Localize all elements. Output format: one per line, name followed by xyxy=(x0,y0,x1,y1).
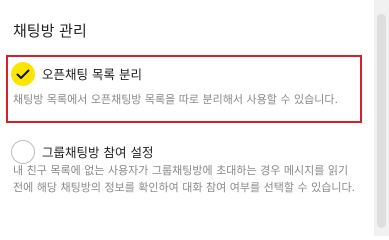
open-chat-separate-description: 채팅방 목록에서 오픈채팅방 목록을 따로 분리해서 사용할 수 있습니다. xyxy=(13,93,338,106)
group-chat-join-label[interactable]: 그룹채팅방 참여 설정 xyxy=(42,142,153,161)
settings-panel: 채팅방 관리 오픈채팅 목록 분리 채팅방 목록에서 오픈채팅방 목록을 따로 … xyxy=(0,0,374,236)
vertical-scrollbar[interactable] xyxy=(374,0,389,236)
check-icon xyxy=(16,69,30,79)
group-chat-join-checkbox[interactable] xyxy=(11,140,35,164)
group-chat-join-description: 내 친구 목록에 없는 사용자가 그룹채팅방에 초대하는 경우 메시지를 읽기 … xyxy=(13,164,356,194)
section-title: 채팅방 관리 xyxy=(13,22,87,40)
open-chat-separate-checkbox[interactable] xyxy=(11,62,35,86)
scrollbar-thumb[interactable] xyxy=(377,14,386,228)
open-chat-separate-label[interactable]: 오픈채팅 목록 분리 xyxy=(42,64,142,83)
